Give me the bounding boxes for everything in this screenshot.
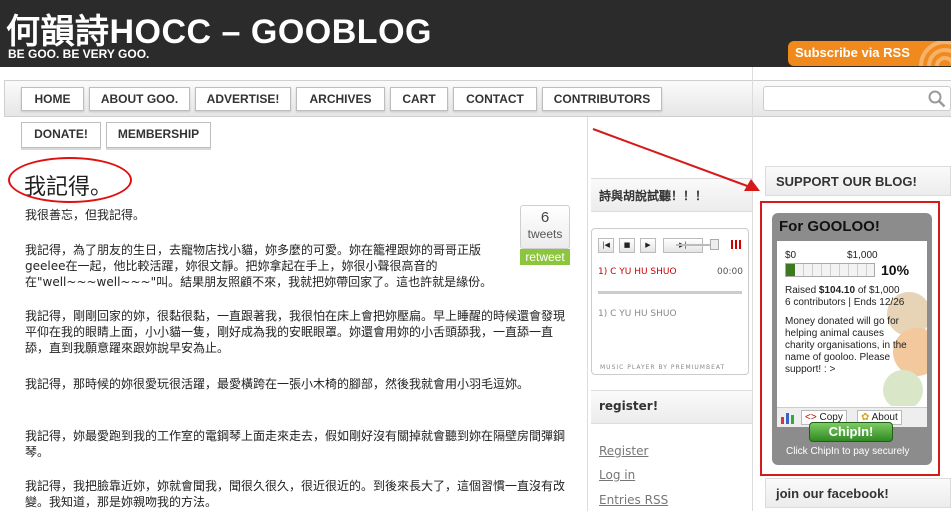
chipin-button[interactable]: ChipIn!: [809, 422, 893, 442]
music-player[interactable]: |◀ ■ ▶ ▶| 1) C YU HU SHUO 00:00 1) C YU …: [591, 228, 749, 375]
chipin-title: For GOOLOO!: [779, 218, 880, 235]
rss-icon: [919, 41, 951, 66]
goal-max-label: $1,000: [847, 250, 878, 261]
entries-rss-link[interactable]: Entries RSS: [599, 493, 668, 507]
login-link[interactable]: Log in: [599, 468, 635, 482]
goal-progress-bar: [785, 263, 875, 277]
annotation-arrow: [592, 128, 760, 191]
tweet-count: 6: [540, 209, 550, 226]
search-input[interactable]: [763, 86, 951, 111]
nav-contributors[interactable]: CONTRIBUTORS: [542, 87, 662, 111]
support-heading: SUPPORT OUR BLOG!: [765, 166, 951, 196]
goal-min-label: $0: [785, 250, 797, 261]
volume-bars-icon: [731, 240, 741, 249]
nav-membership[interactable]: MEMBERSHIP: [106, 122, 211, 148]
progress-bar[interactable]: [598, 291, 742, 294]
post-paragraph: 我記得，為了朋友的生日，去寵物店找小貓，妳多麼的可愛。妳在籠裡跟妳的哥哥正版ge…: [25, 243, 493, 289]
current-track[interactable]: 1) C YU HU SHUO: [598, 267, 677, 277]
bar-chart-icon[interactable]: [781, 411, 795, 424]
contributors-text: 6 contributors | Ends 12/26: [785, 297, 905, 308]
subscribe-rss-button[interactable]: Subscribe via RSS: [788, 41, 951, 66]
nav-home[interactable]: HOME: [21, 87, 84, 111]
retweet-button[interactable]: retweet: [520, 249, 570, 265]
play-icon[interactable]: ▶: [640, 238, 656, 253]
tweet-counter[interactable]: 6 tweets: [520, 205, 570, 249]
post-paragraph: 我記得，剛剛回家的妳，很黏很黏，一直跟著我，我很怕在床上會把妳壓扁。早上睡醒的時…: [25, 309, 566, 355]
search-icon[interactable]: [928, 90, 946, 108]
post-paragraph: 我記得，妳最愛跑到我的工作室的電鋼琴上面走來走去，假如剛好沒有關掉就會聽到妳在隔…: [25, 429, 566, 459]
volume-handle[interactable]: [710, 239, 719, 250]
nav-cart[interactable]: CART: [390, 87, 448, 111]
chipin-description: Money donated will go for helping animal…: [785, 316, 907, 375]
register-link[interactable]: Register: [599, 444, 648, 458]
stop-icon[interactable]: ■: [619, 238, 635, 253]
chipin-panel: $0 $1,000 10% Raised $104.10 of $1,000 6…: [777, 241, 927, 427]
nav-about[interactable]: ABOUT GOO.: [89, 87, 190, 111]
chipin-footer: Click ChipIn to pay securely: [786, 446, 910, 457]
post-paragraph: 我記得，我把臉靠近妳，妳就會聞我，聞很久很久，很近很近的。到後來長大了，這個習慣…: [25, 479, 566, 509]
post-paragraph: 我記得，那時候的妳很愛玩很活躍，最愛橫跨在一張小木椅的腳部，然後我就會用小羽毛逗…: [25, 377, 530, 391]
playlist-item[interactable]: 1) C YU HU SHUO: [598, 309, 677, 319]
column-divider: [587, 117, 588, 511]
nav-donate[interactable]: DONATE!: [21, 122, 101, 148]
goal-percent: 10%: [881, 262, 910, 278]
site-title[interactable]: 何韻詩HOCC – GOOBLOG: [6, 4, 432, 53]
rss-label: Subscribe via RSS: [795, 45, 910, 60]
tweet-label: tweets: [527, 227, 563, 241]
facebook-heading: join our facebook!: [765, 478, 951, 508]
post-paragraph: 我很善忘，但我記得。: [25, 208, 146, 222]
raised-text: Raised $104.10 of $1,000: [785, 285, 900, 296]
previous-icon[interactable]: |◀: [598, 238, 614, 253]
register-heading: register!: [591, 390, 752, 424]
player-credit[interactable]: MUSIC PLAYER BY PREMIUMBEAT: [600, 364, 725, 371]
annotation-circle: [8, 157, 132, 203]
site-tagline: BE GOO. BE VERY GOO.: [8, 47, 150, 61]
nav-archives[interactable]: ARCHIVES: [296, 87, 385, 111]
nav-contact[interactable]: CONTACT: [453, 87, 537, 111]
nav-advertise[interactable]: ADVERTISE!: [195, 87, 291, 111]
chipin-widget: For GOOLOO! $0 $1,000 10% Raised $104.10…: [772, 213, 932, 465]
track-time: 00:00: [717, 267, 743, 277]
goal-progress-fill: [786, 264, 795, 276]
